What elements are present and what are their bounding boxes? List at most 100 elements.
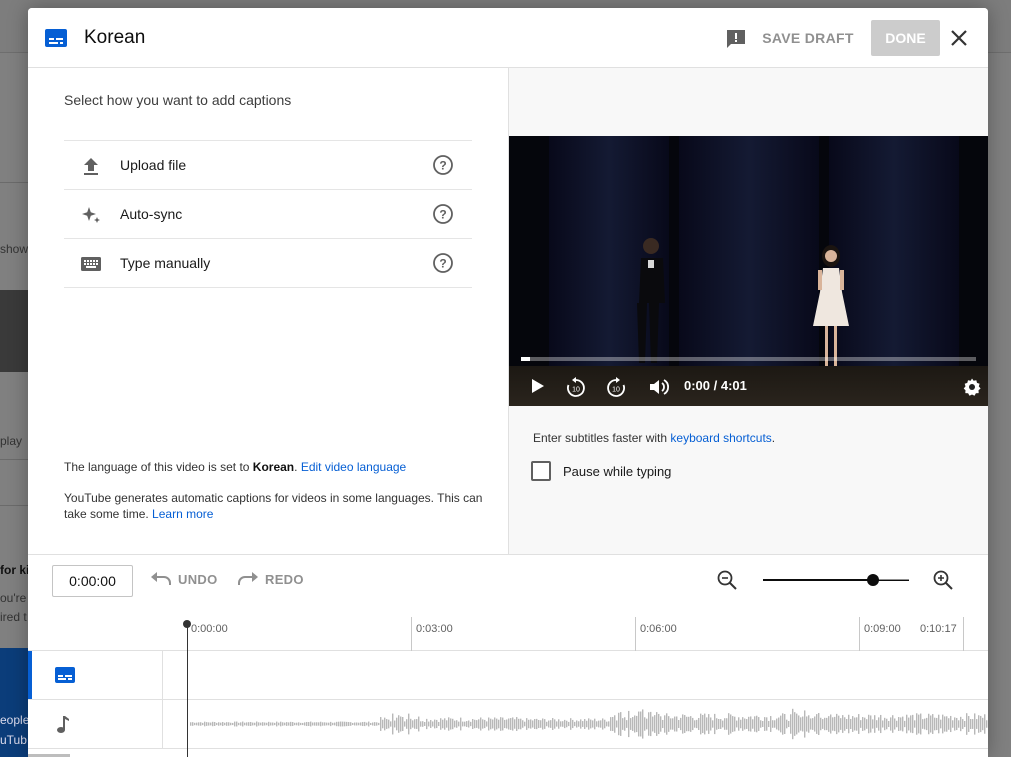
waveform-bar <box>922 719 924 729</box>
waveform-bar <box>628 710 630 738</box>
waveform-bar <box>486 721 488 727</box>
keyboard-shortcuts-link[interactable]: keyboard shortcuts <box>670 431 771 445</box>
waveform-bar <box>484 719 486 729</box>
waveform-bar <box>786 719 788 729</box>
waveform-bar <box>214 722 216 726</box>
waveform-bar <box>708 714 710 734</box>
waveform-bar <box>300 722 302 726</box>
help-icon[interactable]: ? <box>432 203 454 230</box>
learn-more-link[interactable]: Learn more <box>152 507 213 521</box>
waveform-bar <box>602 718 604 730</box>
zoom-slider-knob[interactable] <box>866 574 879 586</box>
waveform-bar <box>570 718 572 730</box>
waveform-bar <box>208 722 210 726</box>
option-upload-file[interactable]: Upload file ? <box>64 141 472 190</box>
waveform-bar <box>504 719 506 729</box>
waveform-bar <box>326 722 328 726</box>
waveform-bar <box>278 722 280 726</box>
waveform-bar <box>982 717 984 731</box>
waveform-bar <box>268 721 270 727</box>
audio-track[interactable] <box>28 700 988 749</box>
waveform-bar <box>522 720 524 728</box>
waveform-bar <box>618 712 620 736</box>
help-icon[interactable]: ? <box>432 154 454 181</box>
waveform-bar <box>610 717 612 731</box>
video-progress-bar[interactable] <box>521 357 976 361</box>
waveform-bar <box>340 721 342 727</box>
waveform-bar <box>742 717 744 731</box>
zoom-slider-rest <box>878 579 909 580</box>
zoom-out-icon[interactable] <box>716 569 738 596</box>
ruler-label: 0:09:00 <box>864 623 901 635</box>
waveform-bar <box>616 720 618 728</box>
background-thumbnail <box>0 290 28 372</box>
pause-while-typing-toggle[interactable]: Pause while typing <box>531 461 671 481</box>
waveform-bar <box>690 716 692 732</box>
waveform-bar <box>958 720 960 728</box>
waveform-bar <box>650 711 652 737</box>
waveform-bar <box>258 722 260 726</box>
volume-icon[interactable] <box>648 377 670 402</box>
waveform-bar <box>490 718 492 730</box>
waveform-bar <box>710 717 712 731</box>
audio-waveform <box>190 708 988 740</box>
performer-figure <box>813 245 849 366</box>
waveform-bar <box>562 721 564 727</box>
waveform-bar <box>910 715 912 733</box>
waveform-bar <box>242 721 244 727</box>
waveform-bar <box>944 716 946 732</box>
waveform-bar <box>434 719 436 729</box>
waveform-bar <box>760 720 762 728</box>
waveform-bar <box>456 720 458 728</box>
pause-while-typing-checkbox[interactable] <box>531 461 551 481</box>
waveform-bar <box>634 715 636 733</box>
waveform-bar <box>578 721 580 727</box>
option-label: Auto-sync <box>120 206 183 222</box>
waveform-bar <box>912 714 914 734</box>
waveform-bar <box>792 708 794 740</box>
waveform-bar <box>264 722 266 726</box>
save-draft-button[interactable]: SAVE DRAFT <box>756 20 860 56</box>
waveform-bar <box>574 721 576 727</box>
waveform-bar <box>762 720 764 728</box>
option-auto-sync[interactable]: Auto-sync ? <box>64 190 472 239</box>
rewind-10-icon[interactable]: 10 <box>565 377 587 402</box>
waveform-bar <box>480 717 482 731</box>
redo-button[interactable]: REDO <box>237 571 304 587</box>
ruler-tick: 0:06:00 <box>635 617 677 651</box>
waveform-bar <box>262 722 264 726</box>
waveform-bar <box>418 716 420 732</box>
option-type-manually[interactable]: Type manually ? <box>64 239 472 288</box>
waveform-bar <box>626 720 628 728</box>
waveform-bar <box>672 718 674 730</box>
waveform-bar <box>882 720 884 728</box>
ruler-tick: 0:09:00 <box>859 617 901 651</box>
waveform-bar <box>446 720 448 728</box>
edit-video-language-link[interactable]: Edit video language <box>301 460 406 474</box>
forward-10-icon[interactable]: 10 <box>605 377 627 402</box>
waveform-bar <box>938 714 940 734</box>
waveform-bar <box>512 717 514 731</box>
waveform-bar <box>796 713 798 735</box>
waveform-bar <box>898 717 900 731</box>
sparkle-icon <box>80 204 102 231</box>
feedback-icon[interactable] <box>725 28 747 55</box>
zoom-in-icon[interactable] <box>932 569 954 596</box>
settings-gear-icon[interactable] <box>962 377 982 402</box>
close-icon[interactable] <box>949 28 969 53</box>
subtitle-track[interactable] <box>28 651 988 700</box>
waveform-bar <box>952 720 954 728</box>
done-button[interactable]: DONE <box>871 20 940 56</box>
auto-captions-text: YouTube generates automatic captions for… <box>64 491 483 521</box>
waveform-bar <box>200 722 202 726</box>
waveform-bar <box>764 717 766 731</box>
waveform-bar <box>442 719 444 729</box>
waveform-bar <box>678 720 680 728</box>
timecode-input[interactable]: 0:00:00 <box>52 565 133 597</box>
video-player[interactable]: 10 10 0:00 / 4:01 <box>509 136 988 406</box>
waveform-bar <box>406 719 408 729</box>
play-icon[interactable] <box>529 377 547 400</box>
waveform-bar <box>274 722 276 726</box>
undo-button[interactable]: UNDO <box>150 571 217 587</box>
help-icon[interactable]: ? <box>432 252 454 279</box>
